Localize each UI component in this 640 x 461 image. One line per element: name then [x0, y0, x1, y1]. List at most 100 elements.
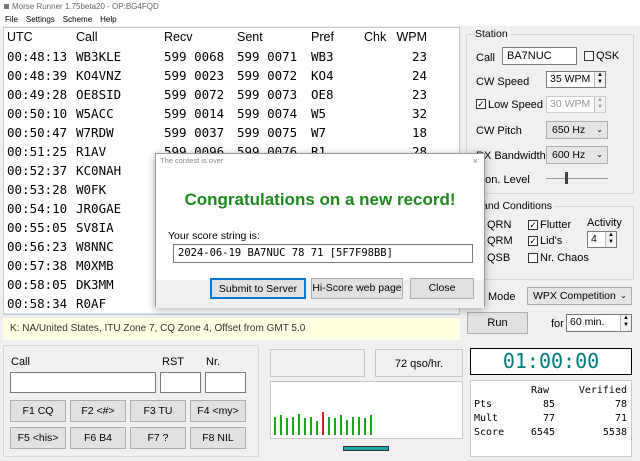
cw-speed-value: 35 WPM: [550, 73, 591, 85]
menu-file[interactable]: File: [2, 13, 21, 26]
col-pref: Pref: [311, 30, 334, 44]
activity-spinner[interactable]: 4 ▲ ▼: [587, 231, 617, 248]
log-cell-utc: 00:52:37: [7, 163, 68, 178]
score-row: Mult 77 71: [471, 412, 631, 426]
spin-arrows-icon[interactable]: ▲ ▼: [594, 72, 605, 87]
window-title: Morse Runner 1.75beta20 - OP:BG4FQD: [12, 2, 159, 11]
score-label: Mult: [474, 413, 499, 424]
log-cell-call: DK3MM: [76, 277, 114, 292]
log-cell-sent: 599 0074: [237, 106, 298, 121]
rx-bandwidth-select[interactable]: 600 Hz ⌄: [546, 146, 608, 164]
fkey-button-1[interactable]: F1 CQ: [10, 400, 66, 422]
hi-score-web-page-button[interactable]: Hi-Score web page: [311, 278, 403, 299]
menu-scheme[interactable]: Scheme: [60, 13, 95, 26]
spin-arrows-icon[interactable]: ▲ ▼: [605, 232, 616, 247]
station-call-input[interactable]: BA7NUC: [502, 47, 577, 65]
log-cell-wpm: 23: [411, 49, 427, 64]
col-utc: UTC: [7, 30, 33, 44]
score-header-raw: Raw: [531, 385, 550, 396]
mon-level-handle[interactable]: [565, 172, 568, 184]
log-cell-utc: 00:50:47: [7, 125, 68, 140]
cw-pitch-value: 650 Hz: [552, 124, 586, 136]
nr-label: Nr.: [206, 356, 221, 368]
fkey-button-2[interactable]: F2 <#>: [70, 400, 126, 422]
log-row[interactable]: 00:50:47 W7RDW 599 0037 599 0075 W7 18: [4, 123, 459, 142]
log-cell-call: KC0NAH: [76, 163, 122, 178]
score-label: Pts: [474, 399, 493, 410]
spin-arrows-icon[interactable]: ▲ ▼: [620, 315, 631, 331]
dialog-title: The contest is over: [156, 154, 484, 168]
score-raw: 6545: [530, 427, 555, 438]
log-row[interactable]: 00:50:10 W5ACC 599 0014 599 0074 W5 32: [4, 104, 459, 123]
log-cell-utc: 00:48:39: [7, 68, 68, 83]
rate-bar: [328, 417, 330, 435]
rate-bar: [310, 417, 312, 435]
log-cell-sent: 599 0073: [237, 87, 298, 102]
cw-pitch-select[interactable]: 650 Hz ⌄: [546, 121, 608, 139]
rst-input[interactable]: [160, 372, 201, 393]
col-wpm: WPM: [396, 30, 427, 44]
fkey-button-5[interactable]: F5 <his>: [10, 427, 66, 449]
log-cell-utc: 00:58:05: [7, 277, 68, 292]
score-string-field[interactable]: 2024-06-19 BA7NUC 78 71 [5F7F98BB]: [173, 244, 473, 263]
nr-input[interactable]: [205, 372, 246, 393]
fkey-button-3[interactable]: F3 TU: [130, 400, 186, 422]
fkey-button-6[interactable]: F6 B4: [70, 427, 126, 449]
lids-checkbox[interactable]: ✓: [528, 236, 538, 246]
dialog-footer: Submit to Server Hi-Score web page Close: [156, 278, 484, 308]
log-cell-sent: 599 0075: [237, 125, 298, 140]
menu-help[interactable]: Help: [97, 13, 119, 26]
duration-spinner[interactable]: 60 min. ▲ ▼: [566, 314, 632, 332]
submit-to-server-button[interactable]: Submit to Server: [210, 278, 306, 299]
spin-arrows-icon[interactable]: ▲ ▼: [594, 97, 605, 112]
log-row[interactable]: 00:49:28 OE8SID 599 0072 599 0073 OE8 23: [4, 85, 459, 104]
rate-bar: [358, 417, 360, 435]
cw-speed-spinner[interactable]: 35 WPM ▲ ▼: [546, 71, 606, 88]
mode-select[interactable]: WPX Competition ⌄: [527, 287, 632, 305]
for-label: for: [551, 318, 564, 330]
log-row[interactable]: 00:48:13 WB3KLE 599 0068 599 0071 WB3 23: [4, 47, 459, 66]
dialog-body: Congratulations on a new record! Your sc…: [156, 168, 484, 280]
chevron-down-icon: ⌄: [596, 125, 603, 134]
fkey-button-7[interactable]: F7 ?: [130, 427, 186, 449]
run-button[interactable]: Run: [467, 312, 528, 334]
flutter-checkbox[interactable]: ✓: [528, 220, 538, 230]
close-icon[interactable]: ×: [473, 154, 478, 168]
log-row[interactable]: 00:59:57 KD8LYX: [4, 313, 459, 314]
contest-over-dialog: The contest is over × Congratulations on…: [155, 153, 485, 308]
log-row[interactable]: 00:48:39 KO4VNZ 599 0023 599 0072 KO4 24: [4, 66, 459, 85]
mon-level-track[interactable]: [546, 178, 608, 179]
qsk-checkbox[interactable]: [584, 51, 594, 61]
fkey-button-8[interactable]: F8 NIL: [190, 427, 246, 449]
log-cell-call: SV8IA: [76, 220, 114, 235]
close-button[interactable]: Close: [410, 278, 474, 299]
col-chk: Chk: [364, 30, 387, 44]
log-cell-utc: 00:48:13: [7, 49, 68, 64]
log-cell-utc: 00:58:34: [7, 296, 68, 311]
call-label: Call: [11, 356, 30, 368]
cw-speed-label: CW Speed: [476, 76, 530, 88]
rx-bandwidth-label: RX Bandwidth: [476, 150, 546, 162]
call-input[interactable]: [10, 372, 156, 393]
log-cell-call: KO4VNZ: [76, 68, 122, 83]
log-cell-call: R0AF: [76, 296, 107, 311]
rx-bandwidth-value: 600 Hz: [552, 149, 586, 161]
log-header: UTC Call Recv Sent Pref Chk WPM: [4, 28, 459, 47]
fkey-button-4[interactable]: F4 <my>: [190, 400, 246, 422]
nr-chaos-checkbox[interactable]: [528, 253, 538, 263]
log-cell-recv: 599 0023: [164, 68, 225, 83]
col-call: Call: [76, 30, 98, 44]
low-speed-spinner[interactable]: 30 WPM ▲ ▼: [546, 96, 606, 113]
log-cell-call: W5ACC: [76, 106, 114, 121]
menu-settings[interactable]: Settings: [23, 13, 58, 26]
contest-clock: 01:00:00: [470, 348, 632, 375]
rate-bar: [370, 415, 372, 435]
nr-chaos-label: Nr. Chaos: [540, 252, 589, 264]
log-cell-pref: KO4: [311, 68, 334, 83]
rate-display: 72 qso/hr.: [375, 349, 463, 377]
log-cell-wpm: 32: [411, 106, 427, 121]
low-speed-checkbox[interactable]: ✓: [476, 99, 486, 109]
duration-value: 60 min.: [570, 316, 605, 328]
activity-value: 4: [591, 233, 597, 245]
log-cell-recv: 599 0072: [164, 87, 225, 102]
